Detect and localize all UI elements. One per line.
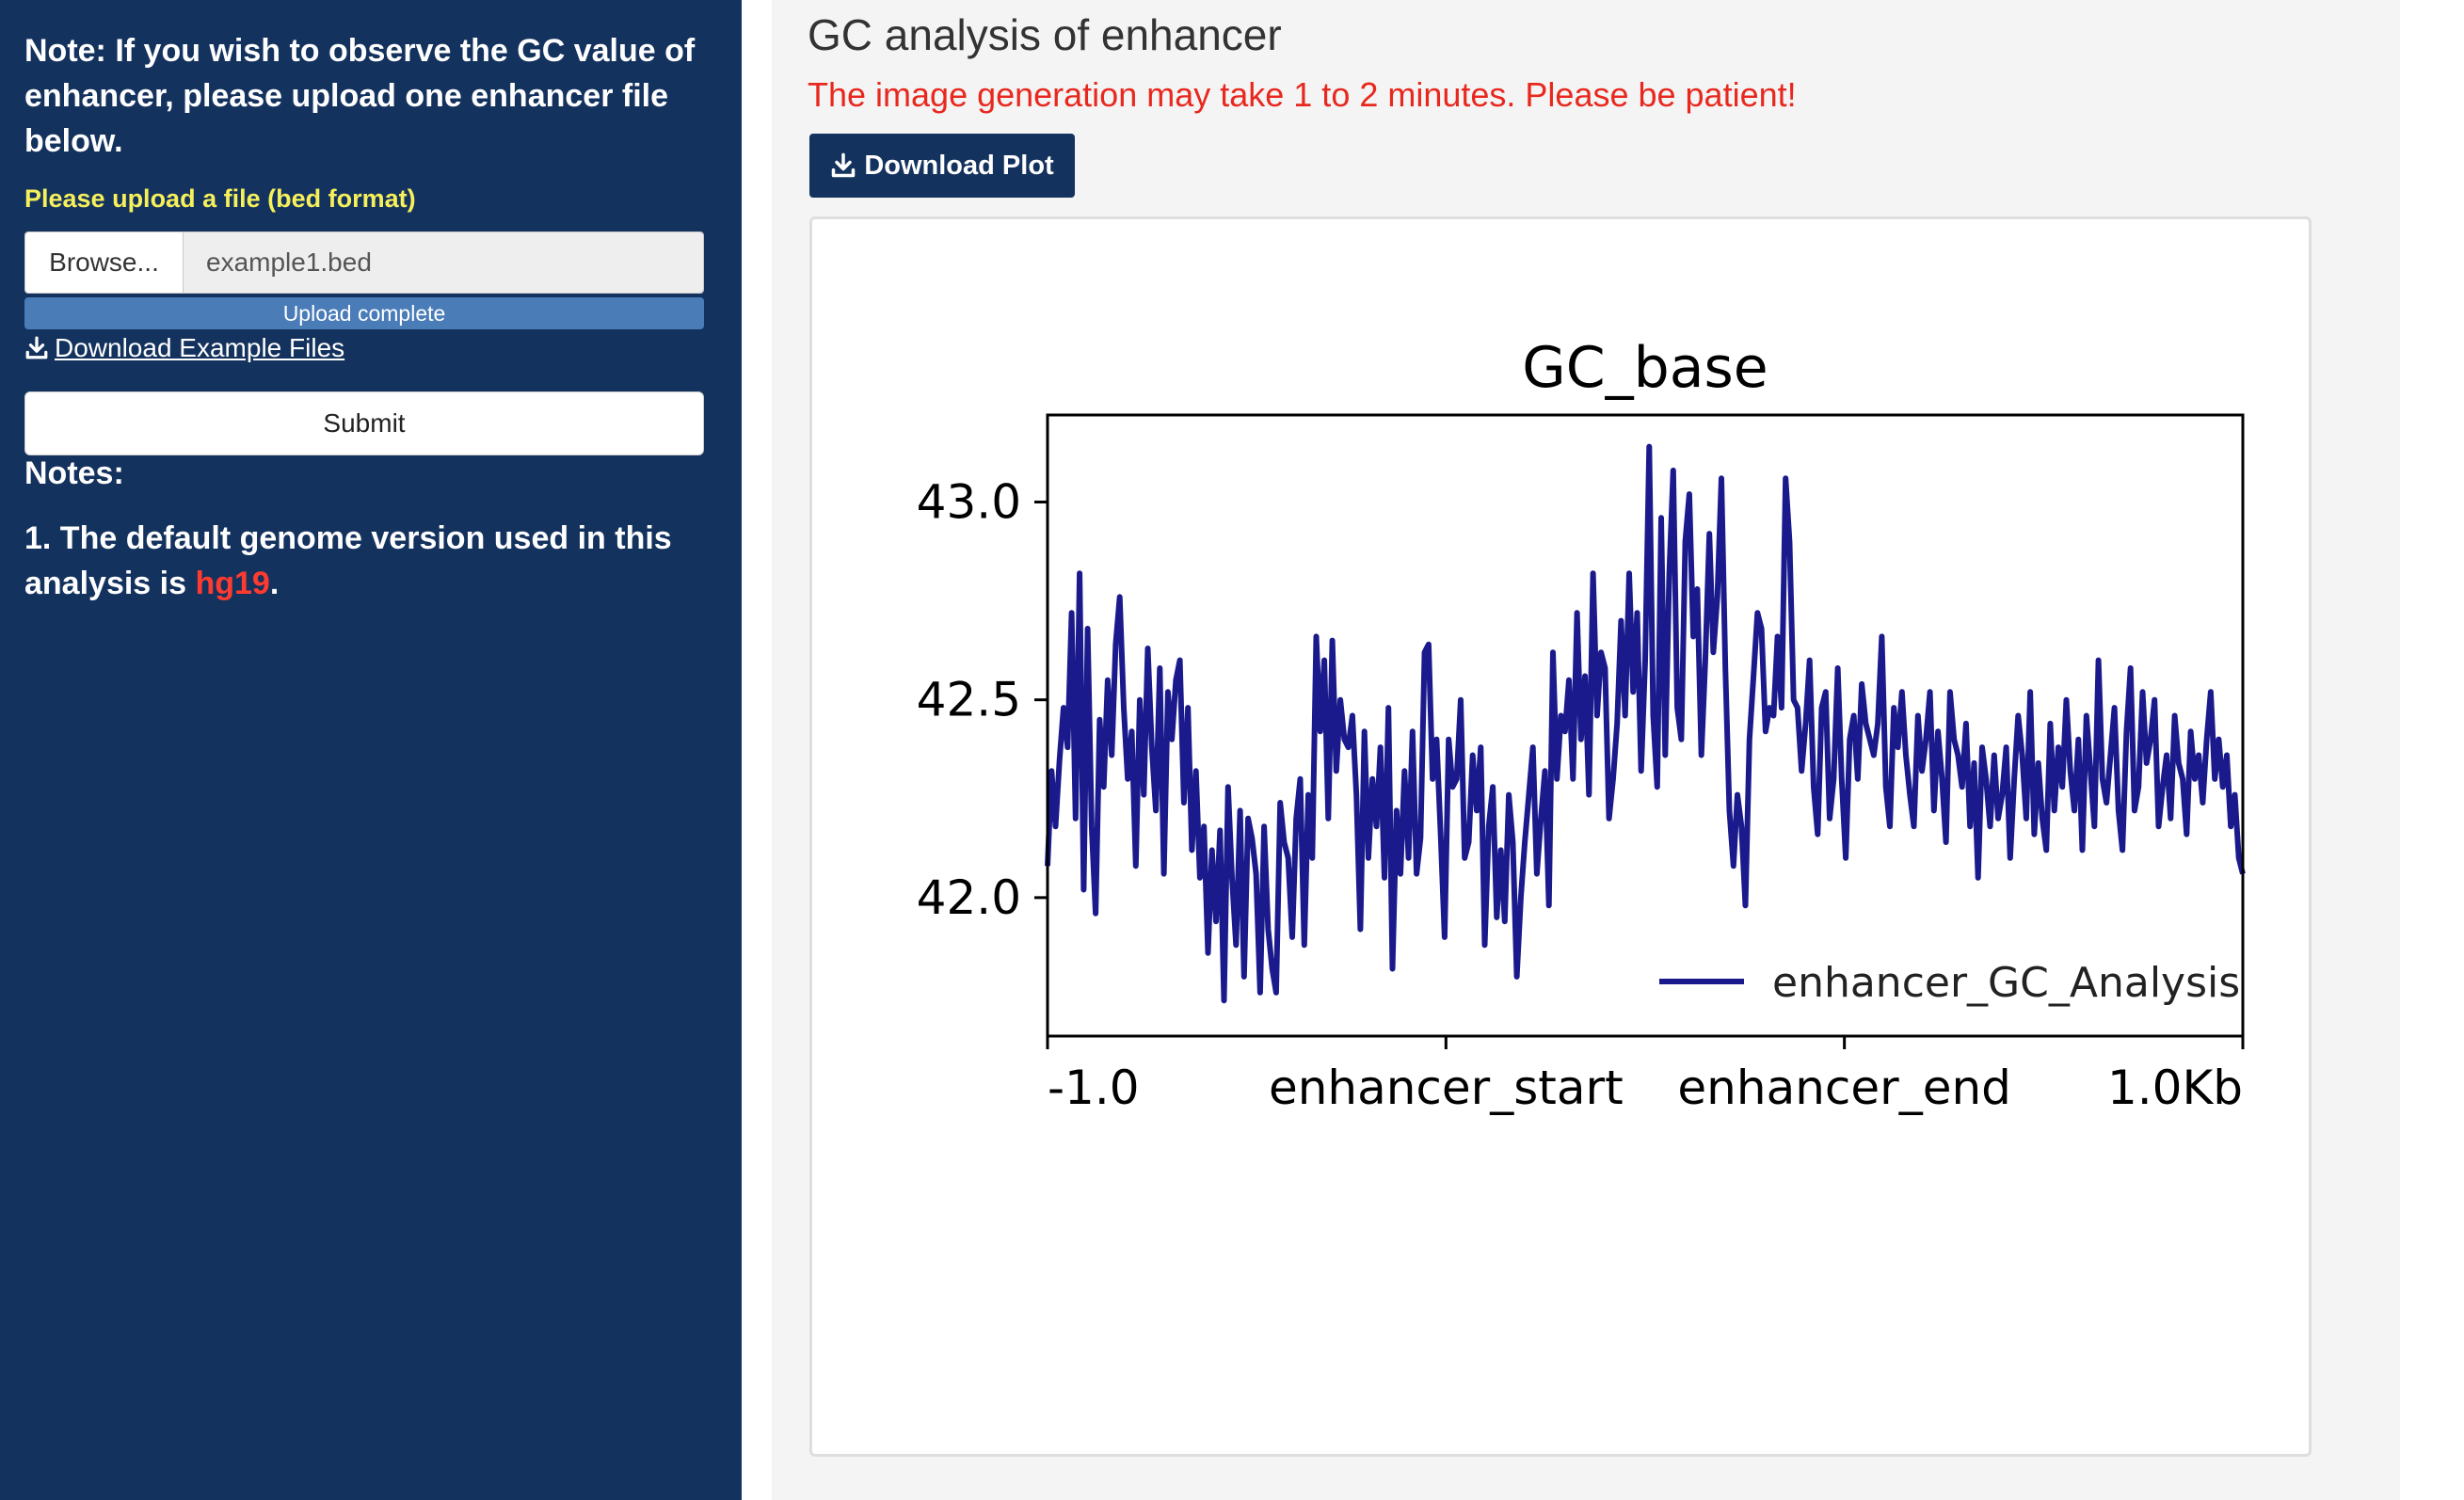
gc-line-chart: GC_base 42.0 42.5 43.0 -1.0 enhancer_start enh… [917,335,2246,1115]
chart-title: GC_base [1522,335,1768,401]
genome-version-highlight: hg19 [195,566,270,601]
notes-item-text: 1. The default genome version used in th… [24,520,672,601]
notes-item-genome-version: 1. The default genome version used in th… [24,516,712,606]
file-name-field[interactable]: example1.bed [184,232,703,293]
upload-progress-bar: Upload complete [24,297,704,329]
file-input[interactable]: Browse... example1.bed [24,231,704,294]
submit-button[interactable]: Submit [24,391,704,455]
upload-progress-fill: Upload complete [24,297,704,329]
notes-item-period: . [269,566,280,601]
download-icon [24,336,49,360]
browse-button[interactable]: Browse... [25,232,184,293]
y-tick-label: 42.5 [917,673,1021,727]
download-icon [830,152,856,179]
x-tick-label: enhancer_start [1269,1061,1624,1115]
generation-warning: The image generation may take 1 to 2 min… [808,75,1797,114]
x-tick-label: -1.0 [1048,1061,1140,1115]
plot-panel: GC_base 42.0 42.5 43.0 -1.0 enhancer_start enh… [809,216,2312,1457]
legend-label: enhancer_GC_Analysis [1772,959,2240,1007]
right-margin [2400,0,2464,1500]
y-tick-label: 42.0 [917,870,1021,925]
x-tick-label: enhancer_end [1677,1061,2010,1115]
page-title: GC analysis of enhancer [808,10,1282,59]
upload-label: Please upload a file (bed format) [24,184,416,213]
download-example-label: Download Example Files [55,333,345,362]
y-tick-label: 43.0 [917,474,1021,529]
series-line-enhancer-gc [1045,443,2246,1004]
download-example-files-link[interactable]: Download Example Files [24,333,344,363]
layout-gutter [742,0,772,1500]
x-tick-label: 1.0Kb [2107,1061,2243,1115]
download-plot-label: Download Plot [864,150,1054,181]
sidebar: Note: If you wish to observe the GC valu… [0,0,742,1500]
download-plot-button[interactable]: Download Plot [809,134,1075,198]
notes-heading: Notes: [24,455,124,491]
sidebar-note: Note: If you wish to observe the GC valu… [24,33,696,159]
upload-status-text: Upload complete [282,300,446,326]
